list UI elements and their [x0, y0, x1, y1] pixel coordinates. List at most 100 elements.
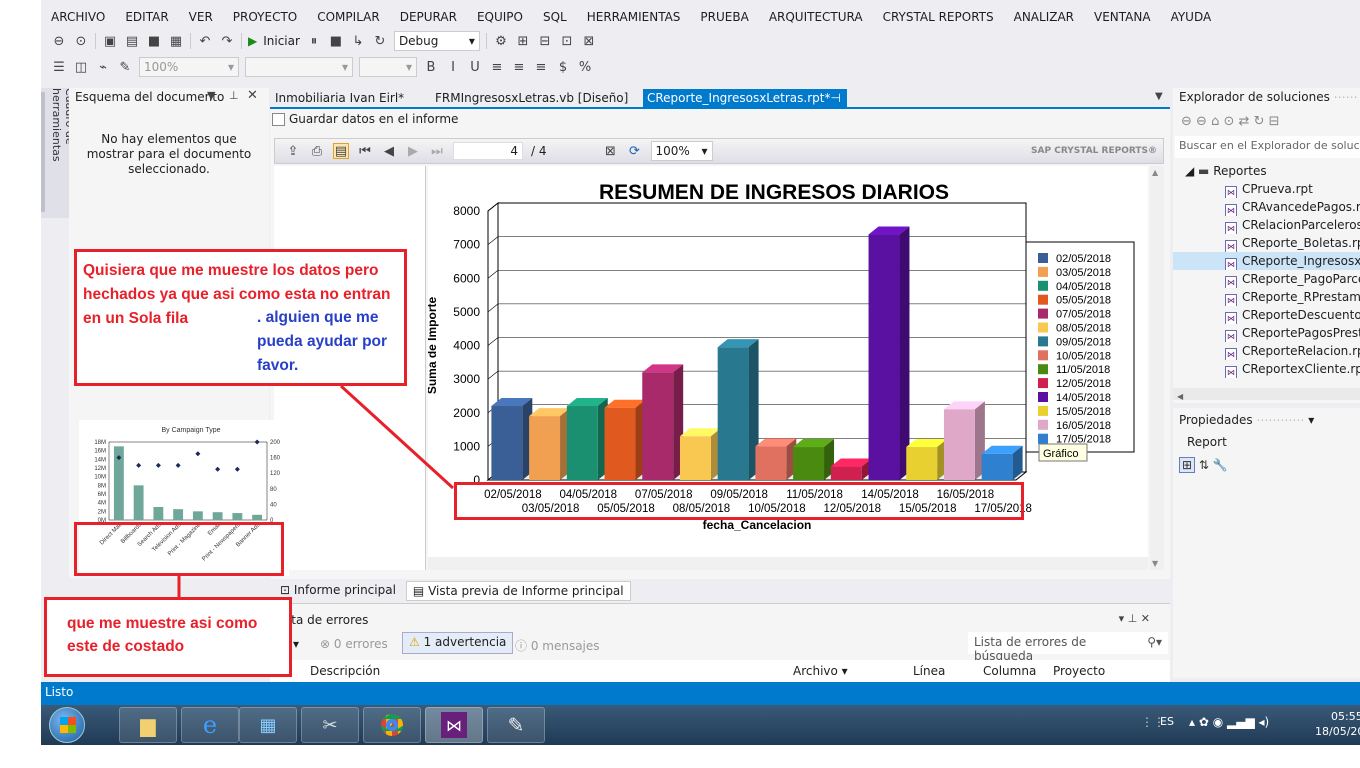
- solution-file-label: CRelacionParceleros.rp: [1242, 218, 1360, 232]
- properties-object[interactable]: Report: [1187, 435, 1227, 449]
- taskbar-paint[interactable]: ✎: [487, 707, 545, 743]
- legend-label: 07/05/2018: [1056, 309, 1111, 321]
- mini-frame: [108, 441, 268, 521]
- solution-file-item[interactable]: ⋈ CReporte_IngresosxLet: [1173, 252, 1360, 270]
- paint-icon: ✎: [507, 713, 525, 737]
- solution-explorer: Explorador de soluciones ⋯⋯ ▾ ⊖ ⊖ ⌂ ⊙ ⇄ …: [1173, 88, 1360, 403]
- collapse-icon[interactable]: ⊟: [1269, 114, 1280, 129]
- report-file-list: ⋈ CPrueva.rpt ⋈ CRAvancedePagos.rpt ⋈ CRelaci…: [1173, 180, 1360, 378]
- folder-app-icon: ▆: [140, 713, 156, 737]
- solution-file-item[interactable]: ⋈ CRelacionParceleros.rp: [1173, 216, 1360, 234]
- legend-label: 12/05/2018: [1056, 378, 1111, 390]
- mini-bar: [173, 509, 184, 520]
- solution-file-label: CReporte_Boletas.rpt: [1242, 236, 1360, 250]
- alphabetical-icon[interactable]: ⇅: [1199, 458, 1209, 472]
- mini-y-left-tick: 14M: [94, 457, 106, 463]
- rpt-file-icon: ⋈: [1225, 258, 1237, 270]
- folder-reportes[interactable]: ◢ ▬ Reportes: [1185, 162, 1267, 180]
- solution-file-label: CReportexCliente.rpt: [1242, 362, 1360, 376]
- tab-overflow-icon[interactable]: ▼: [1155, 91, 1163, 102]
- error-panel-controls-icon[interactable]: ▾ ⊥ ✕: [1119, 612, 1150, 625]
- solution-file-item[interactable]: ⋈ CReporte_RPrestamist: [1173, 288, 1360, 306]
- chrome-icon: [381, 714, 403, 736]
- windows-logo-icon: [60, 717, 76, 733]
- taskbar-control-panel[interactable]: ▦: [239, 707, 297, 743]
- mini-point: [254, 439, 260, 445]
- home-icon[interactable]: ⌂: [1211, 114, 1219, 129]
- solution-toolbar: ⊖ ⊖ ⌂ ⊙ ⇄ ↻ ⊟: [1181, 114, 1280, 129]
- search-icon: ⚲▾: [1147, 635, 1162, 649]
- control-panel-icon: ▦: [259, 714, 277, 736]
- solution-file-item[interactable]: ⋈ CReportexCliente.rpt: [1173, 360, 1360, 378]
- rpt-file-icon: ⋈: [1225, 294, 1237, 306]
- solution-file-item[interactable]: ⋈ CReporteRelacion.rpt: [1173, 342, 1360, 360]
- legend-label: 05/05/2018: [1056, 295, 1111, 307]
- mini-title: By Campaign Type: [161, 427, 220, 434]
- solution-file-item[interactable]: ⋈ CReporte_Boletas.rpt: [1173, 234, 1360, 252]
- legend-label: 04/05/2018: [1056, 281, 1111, 293]
- sap-brand: SAP CRYSTAL REPORTS®: [1031, 146, 1157, 156]
- rpt-file-icon: ⋈: [1225, 204, 1237, 216]
- legend-label: 03/05/2018: [1056, 267, 1111, 279]
- rpt-file-icon: ⋈: [1225, 312, 1237, 324]
- legend-label: 11/05/2018: [1056, 364, 1110, 376]
- mini-point: [155, 462, 161, 468]
- solution-file-item[interactable]: ⋈ CRAvancedePagos.rpt: [1173, 198, 1360, 216]
- taskbar-visual-studio[interactable]: ⋈: [425, 707, 483, 743]
- tray-icons[interactable]: ▴ ✿ ◉ ▂▄▆ ◂): [1189, 715, 1269, 729]
- mini-bar: [153, 507, 164, 520]
- solution-file-item[interactable]: ⋈ CReporte_PagoParcele: [1173, 270, 1360, 288]
- sample-axis-highlight: [74, 522, 284, 576]
- mini-y-left-tick: 12M: [94, 466, 106, 472]
- wrench-icon[interactable]: 🔧: [1213, 458, 1228, 472]
- mini-point: [136, 462, 142, 468]
- tray-time[interactable]: 05:55: [1331, 710, 1360, 723]
- solution-hscroll[interactable]: ◀: [1173, 388, 1360, 401]
- solution-file-label: CRAvancedePagos.rpt: [1242, 200, 1360, 214]
- mini-y-right-tick: 120: [270, 471, 281, 477]
- taskbar-chrome[interactable]: [363, 707, 421, 743]
- start-orb[interactable]: [49, 707, 85, 743]
- legend-label: 02/05/2018: [1056, 253, 1111, 265]
- history-icon[interactable]: ⊙: [1224, 114, 1235, 129]
- visual-studio-window: ARCHIVO EDITAR VER PROYECTO COMPILAR DEPURAR E…: [41, 0, 1360, 705]
- solution-search-input[interactable]: Buscar en el Explorador de solucio: [1175, 136, 1360, 158]
- solution-file-label: CReporte_PagoParcele: [1242, 272, 1360, 286]
- categorized-icon[interactable]: ⊞: [1179, 457, 1196, 473]
- tray-language[interactable]: ES: [1160, 715, 1174, 728]
- rpt-file-icon: ⋈: [1225, 276, 1237, 288]
- refresh-sol-icon[interactable]: ↻: [1254, 114, 1265, 129]
- solution-file-item[interactable]: ⋈ CReportePagosPrestar: [1173, 324, 1360, 342]
- mini-y-right-tick: 200: [270, 440, 281, 446]
- mini-y-left-tick: 10M: [94, 475, 106, 481]
- taskbar-explorer[interactable]: ▆: [119, 707, 177, 743]
- annotation-text-2: que me muestre asi como este de costado: [67, 615, 258, 655]
- solution-file-label: CReportePagosPrestar: [1242, 326, 1360, 340]
- sync-icon[interactable]: ⇄: [1239, 114, 1250, 129]
- mini-y-left-tick: 4M: [98, 501, 106, 507]
- solution-file-item[interactable]: ⋈ CReporteDescuento.rp: [1173, 306, 1360, 324]
- mini-point: [175, 462, 181, 468]
- solution-file-label: CReporte_IngresosxLet: [1242, 254, 1360, 268]
- menu-ayuda[interactable]: AYUDA: [1161, 7, 1222, 27]
- rpt-file-icon: ⋈: [1225, 186, 1237, 198]
- rpt-file-icon: ⋈: [1225, 330, 1237, 342]
- ie-icon: e: [202, 711, 218, 739]
- folder-icon: ▬: [1198, 164, 1210, 178]
- sol-back-icon[interactable]: ⊖: [1181, 114, 1192, 129]
- mini-y-left-tick: 8M: [98, 483, 106, 489]
- properties-title: Propiedades ⋯⋯⋯⋯ ▾: [1179, 413, 1315, 427]
- vertical-scrollbar[interactable]: ▲ ▼: [1150, 166, 1164, 570]
- taskbar-ie[interactable]: e: [181, 707, 239, 743]
- mini-point: [234, 466, 240, 472]
- tray-date[interactable]: 18/05/20: [1315, 725, 1360, 738]
- sol-forward-icon[interactable]: ⊖: [1196, 114, 1207, 129]
- annotation-box-2: que me muestre asi como este de costado: [44, 597, 292, 677]
- menu-ventana[interactable]: VENTANA: [1084, 7, 1161, 27]
- taskbar-tools[interactable]: ✂: [301, 707, 359, 743]
- mini-y-left-tick: 6M: [98, 492, 106, 498]
- legend-label: 14/05/2018: [1056, 392, 1111, 404]
- col-project[interactable]: Proyecto: [1053, 664, 1105, 678]
- mini-y-right-tick: 40: [270, 502, 277, 508]
- solution-file-item[interactable]: ⋈ CPrueva.rpt: [1173, 180, 1360, 198]
